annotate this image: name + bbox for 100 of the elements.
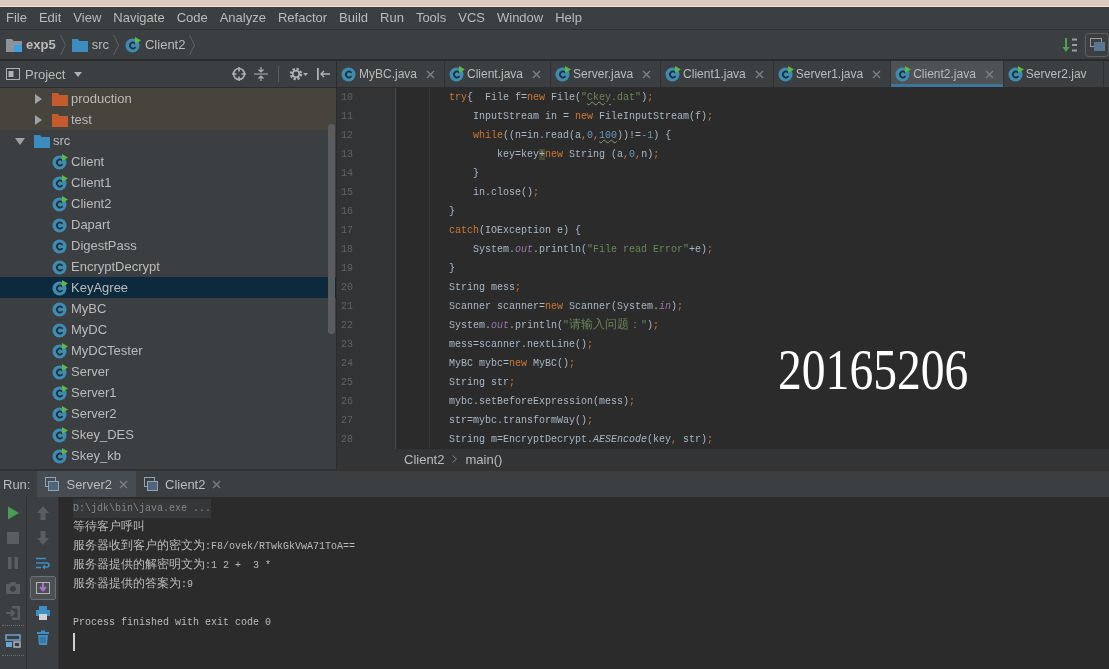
crosshair-icon[interactable] <box>232 67 246 81</box>
chevron-icon <box>113 34 119 55</box>
printer-icon[interactable] <box>34 604 51 621</box>
project-icon <box>6 67 20 81</box>
close-icon[interactable] <box>642 69 652 79</box>
folder-icon <box>34 133 50 148</box>
panel-title: Run: <box>2 475 32 494</box>
tree-item[interactable]: src <box>0 130 336 151</box>
tree-arrow-icon[interactable] <box>33 93 43 104</box>
close-icon[interactable] <box>212 479 222 489</box>
overlay-number: 20165206 <box>778 342 969 398</box>
gear-icon[interactable] <box>289 67 308 81</box>
menu-item[interactable]: Navigate <box>107 10 171 26</box>
scrollbar[interactable] <box>328 124 335 334</box>
tree-item[interactable]: MyBC <box>0 298 336 319</box>
view-dropdown[interactable]: Project <box>6 66 83 82</box>
tree-item[interactable]: Client1 <box>0 172 336 193</box>
code-line: String mess; <box>449 281 522 295</box>
tree-item[interactable]: MyDC <box>0 319 336 340</box>
close-icon[interactable] <box>984 69 994 79</box>
tree-item[interactable]: Client <box>0 151 336 172</box>
tree-item[interactable]: MyDCTester <box>0 340 336 361</box>
code-line: String str; <box>449 376 516 390</box>
code-line: Scanner scanner=new Scanner(System.in); <box>449 300 684 314</box>
code-line: } <box>449 205 456 219</box>
tree-item[interactable]: KeyAgree <box>0 277 336 298</box>
down-arrow-icon[interactable] <box>1062 36 1078 53</box>
close-icon[interactable] <box>119 479 128 489</box>
folder-icon <box>6 37 22 52</box>
menu-item[interactable]: Tools <box>409 10 453 26</box>
code-line: mess=scanner.nextLine(); <box>449 338 594 352</box>
breadcrumb-item[interactable]: main() <box>465 451 503 467</box>
trash-icon[interactable] <box>34 629 51 646</box>
tree-item[interactable]: Server1 <box>0 382 336 403</box>
menu-item[interactable]: Edit <box>32 10 68 26</box>
tree-item[interactable]: EncryptDecrypt <box>0 256 336 277</box>
window-stack-icon[interactable] <box>1085 32 1109 57</box>
tree-item[interactable]: DigestPass <box>0 235 336 256</box>
layout-icon[interactable] <box>5 632 21 649</box>
editor-tab[interactable]: MyBC.java <box>337 61 445 87</box>
menu-item[interactable]: Code <box>170 10 214 26</box>
menu-item[interactable]: View <box>67 10 108 26</box>
console-line: Process finished with exit code 0 <box>73 616 272 630</box>
editor-tab[interactable]: Client.java <box>445 61 552 87</box>
console-line: 等待客户呼叫 <box>73 519 145 536</box>
tree-item[interactable]: production <box>0 88 336 109</box>
code-line: } <box>449 262 456 276</box>
editor-tab[interactable]: Client2.java <box>891 61 1004 87</box>
tree-item[interactable]: Client2 <box>0 193 336 214</box>
menu-item[interactable]: Build <box>333 10 374 26</box>
run-icon[interactable] <box>5 504 21 521</box>
tree-item[interactable]: Skey_kb <box>0 445 336 466</box>
menu-item[interactable]: Analyze <box>213 10 272 26</box>
console-line: 服务器收到客户的密文为:F8/ovek/RTwkGkVwA71ToA== <box>73 538 356 555</box>
tree-item[interactable]: Skey_DES <box>0 424 336 445</box>
code-line: String m=EncryptDecrypt.AESEncode(key, str); <box>449 433 714 447</box>
menu-item[interactable]: Run <box>374 10 410 26</box>
run-tab[interactable]: Server2 <box>37 471 136 497</box>
tree-item[interactable]: Server <box>0 361 336 382</box>
menu-item[interactable]: Window <box>490 10 550 26</box>
folder-icon <box>52 91 68 106</box>
dropdown-caret-icon <box>74 71 83 77</box>
close-icon[interactable] <box>532 69 542 79</box>
folder-icon <box>52 112 68 127</box>
menu-item[interactable]: VCS <box>452 10 491 26</box>
tree-item[interactable]: Dapart <box>0 214 336 235</box>
code-line: mybc.setBeforeExpression(mess); <box>449 395 636 409</box>
chevron-icon <box>189 34 196 55</box>
breadcrumb-item[interactable]: Client2 <box>125 36 190 53</box>
close-icon[interactable] <box>754 69 764 79</box>
breadcrumb-item[interactable]: exp5 <box>6 37 60 52</box>
tree-item[interactable]: test <box>0 109 336 130</box>
code-line: MyBC mybc=new MyBC(); <box>449 357 576 371</box>
console-icon <box>144 477 158 491</box>
console-line: 服务器提供的答案为:9 <box>73 576 193 593</box>
menu-item[interactable]: Help <box>549 10 588 26</box>
tree-arrow-icon[interactable] <box>15 135 25 146</box>
close-icon[interactable] <box>872 69 882 79</box>
menu-item[interactable]: Refactor <box>271 10 334 26</box>
code-line: str=mybc.transformWay(); <box>449 414 594 428</box>
breadcrumb-item[interactable]: src <box>71 37 113 52</box>
collapse-icon[interactable] <box>254 67 268 81</box>
scroll-to-end-icon[interactable] <box>29 575 56 600</box>
run-tab[interactable]: Client2 <box>136 471 230 497</box>
code-line: while((n=in.read(a,0,100))!=-1) { <box>473 129 672 143</box>
tree-item[interactable]: Server2 <box>0 403 336 424</box>
folder-icon <box>71 37 88 52</box>
code-line: try{ File f=new File("Ckey.dat"); <box>449 91 654 105</box>
chevron-icon <box>59 34 66 55</box>
editor-tab[interactable]: Server.java <box>551 61 662 87</box>
code-line: System.out.println("File read Error"+e); <box>473 243 714 257</box>
tree-arrow-icon[interactable] <box>33 114 43 125</box>
console-command: D:\jdk\bin\java.exe ... <box>73 499 212 518</box>
editor-tab[interactable]: Server2.jav <box>1003 61 1104 87</box>
arrow-to-bar-icon[interactable] <box>316 67 330 81</box>
close-icon[interactable] <box>426 69 435 79</box>
menu-item[interactable]: File <box>0 10 33 26</box>
console-icon <box>45 477 60 491</box>
breadcrumb-item[interactable]: Client2 <box>404 451 445 467</box>
editor-tab[interactable]: Client1.java <box>661 61 774 87</box>
